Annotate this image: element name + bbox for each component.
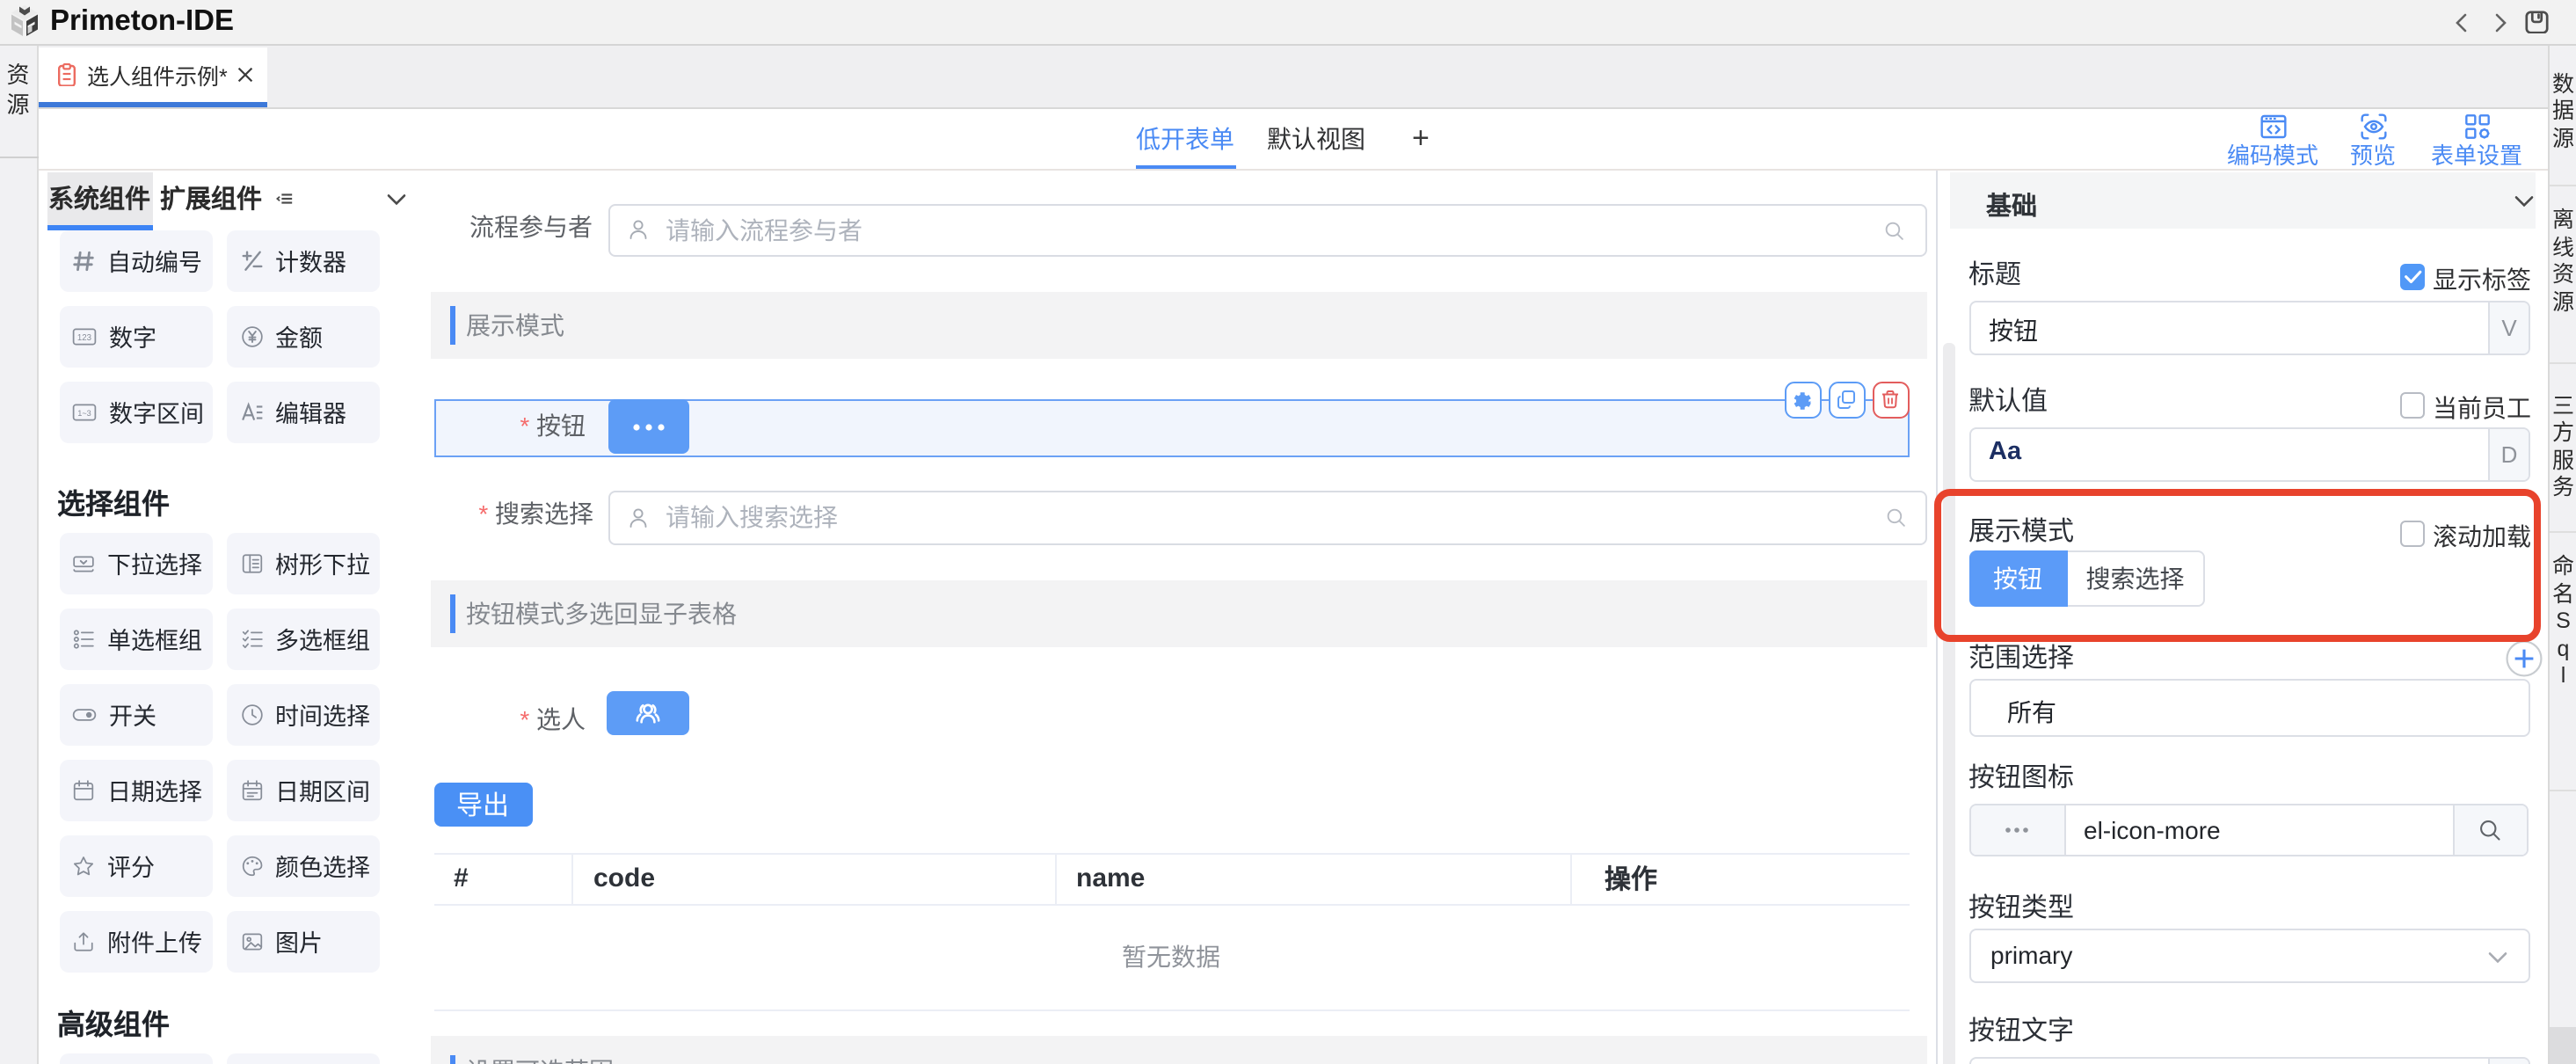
svg-text:123: 123 xyxy=(77,333,91,343)
svg-text:1~3: 1~3 xyxy=(77,408,91,417)
